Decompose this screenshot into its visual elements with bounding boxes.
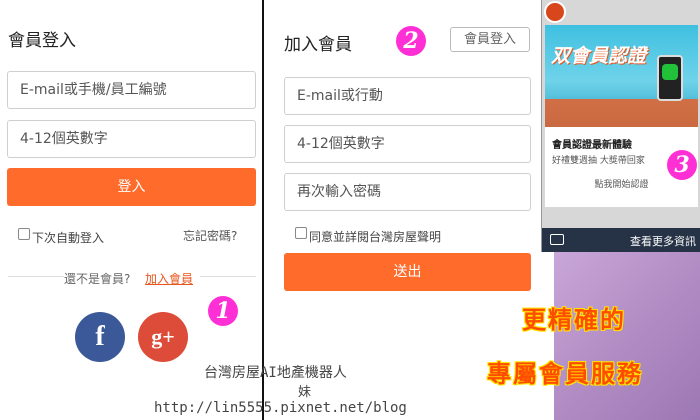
divider-right xyxy=(200,276,256,277)
register-email-input[interactable]: E-mail或行動 xyxy=(284,77,531,115)
watermark-url: http://lin5555.pixnet.net/blog xyxy=(154,400,407,416)
app-logo-icon xyxy=(544,1,566,23)
login-title: 會員登入 xyxy=(8,31,76,51)
forgot-password-link[interactable]: 忘記密碼? xyxy=(183,227,237,244)
line-icon xyxy=(662,64,678,80)
login-button[interactable]: 登入 xyxy=(7,168,256,206)
promo-card-link[interactable]: 點我開始認證 xyxy=(545,177,698,190)
divider-left xyxy=(8,276,64,277)
promo-card-sub: 好禮雙週抽 大獎帶回家 xyxy=(552,156,645,166)
not-member-text: 還不是會員? xyxy=(64,272,131,286)
promo-panel: 双會員認證 會員認證最新體驗 好禮雙週抽 大獎帶回家 點我開始認證 查看更多資訊 xyxy=(542,0,700,252)
watermark-line2: 妹 xyxy=(298,385,312,400)
login-panel: 會員登入 E-mail或手機/員工編號 4-12個英數字 登入 下次自動登入 忘… xyxy=(0,0,262,420)
step-badge-2: 2 xyxy=(396,26,426,56)
phone-icon xyxy=(657,55,683,101)
remember-label: 下次自動登入 xyxy=(32,231,105,245)
banner-city-strip xyxy=(545,99,698,127)
more-info-link[interactable]: 查看更多資訊 xyxy=(630,233,696,249)
agree-checkbox[interactable] xyxy=(295,227,307,239)
step-badge-3: 3 xyxy=(667,150,697,180)
remember-checkbox[interactable] xyxy=(18,228,30,240)
bottom-info-bar[interactable]: 查看更多資訊 xyxy=(542,228,700,252)
watermark-line1: 台灣房屋AI地產機器人 xyxy=(204,365,347,381)
banner-title: 双會員認證 xyxy=(551,45,647,67)
agree-label: 同意並詳閱台灣房屋聲明 xyxy=(309,230,442,244)
purple-background xyxy=(554,252,700,420)
facebook-login-button[interactable]: f xyxy=(75,312,125,362)
keyboard-icon xyxy=(550,234,564,245)
google-login-button[interactable]: g+ xyxy=(138,312,188,362)
member-login-button[interactable]: 會員登入 xyxy=(450,27,530,52)
login-password-input[interactable]: 4-12個英數字 xyxy=(7,120,256,158)
submit-button[interactable]: 送出 xyxy=(284,253,531,291)
overlay-text-line1: 更精確的 xyxy=(522,305,626,334)
promo-card-heading: 會員認證最新體驗 xyxy=(552,140,632,151)
register-title: 加入會員 xyxy=(284,35,352,55)
login-email-input[interactable]: E-mail或手機/員工編號 xyxy=(7,71,256,109)
join-member-link[interactable]: 加入會員 xyxy=(145,270,193,287)
step-badge-1: 1 xyxy=(208,296,238,326)
register-confirm-input[interactable]: 再次輸入密碼 xyxy=(284,173,531,211)
overlay-text-line2: 專屬會員服務 xyxy=(487,359,643,388)
register-password-input[interactable]: 4-12個英數字 xyxy=(284,125,531,163)
promo-banner[interactable]: 双會員認證 xyxy=(545,25,698,127)
